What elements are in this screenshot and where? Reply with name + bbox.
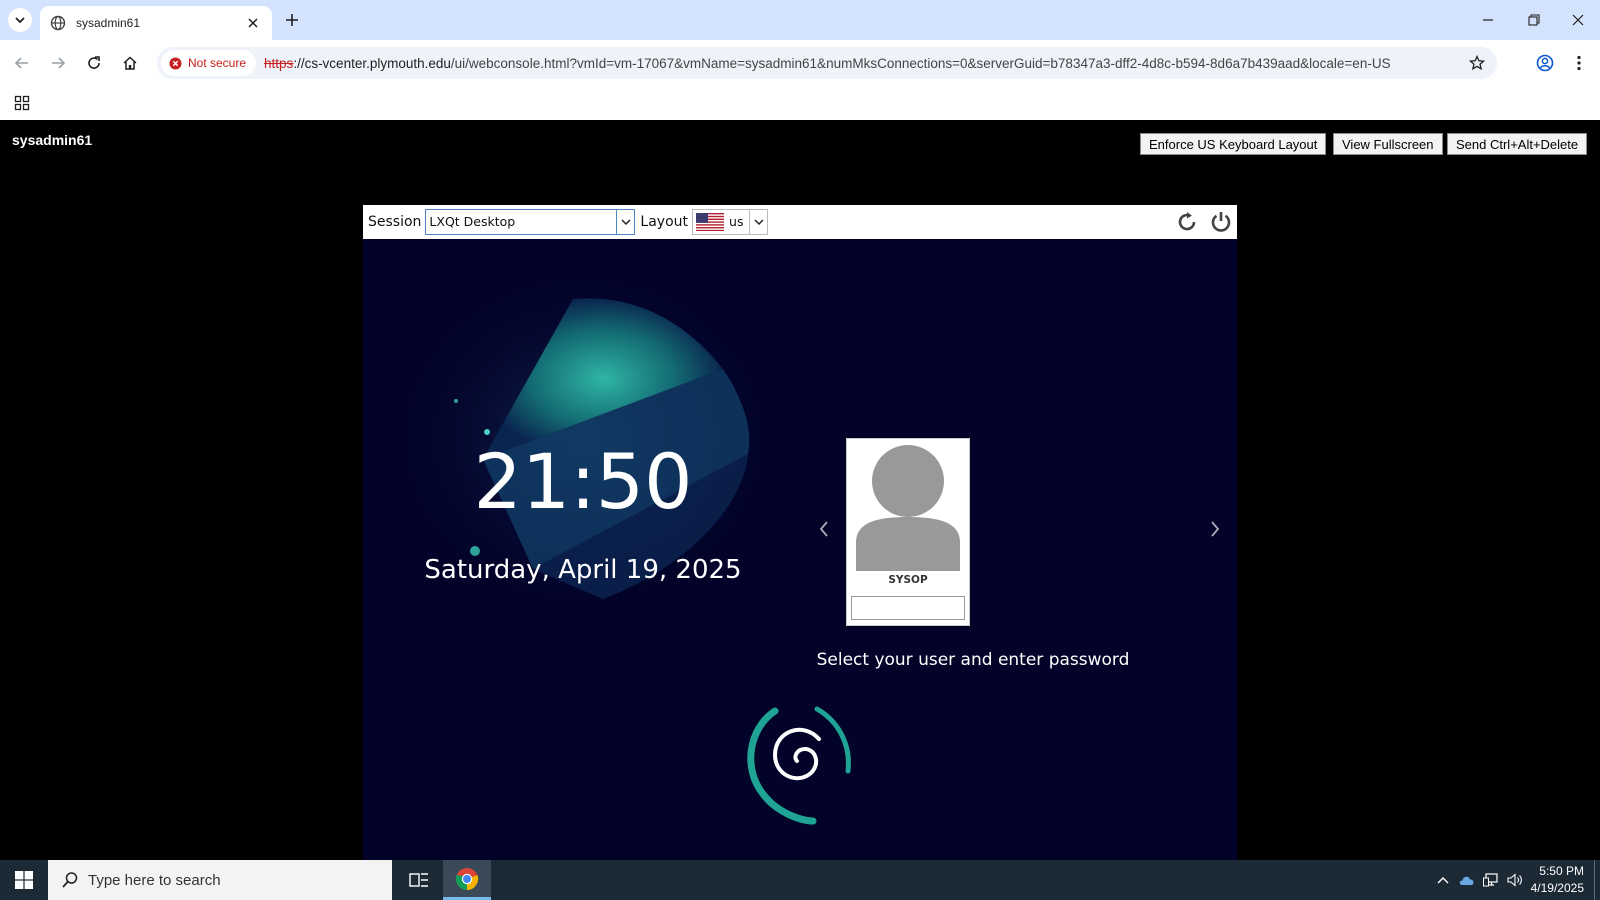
show-desktop-button[interactable] xyxy=(1594,860,1600,900)
taskbar-clock[interactable]: 5:50 PM 4/19/2025 xyxy=(1531,863,1584,897)
power-icon[interactable] xyxy=(1207,208,1235,236)
greeter-date: Saturday, April 19, 2025 xyxy=(424,555,742,585)
user-name: SYSOP xyxy=(888,574,928,586)
reload-button[interactable] xyxy=(80,49,108,77)
password-input[interactable] xyxy=(851,596,965,620)
home-icon xyxy=(123,56,137,70)
back-button[interactable] xyxy=(8,49,36,77)
windows-logo-icon xyxy=(15,871,33,889)
windows-taskbar: 5:50 PM 4/19/2025 xyxy=(0,860,1600,900)
vm-name-label: sysadmin61 xyxy=(12,132,93,148)
security-label: Not secure xyxy=(188,56,247,70)
search-icon xyxy=(60,870,80,890)
volume-icon[interactable] xyxy=(1503,868,1527,892)
profile-icon xyxy=(1536,54,1554,72)
layout-dropdown[interactable]: us xyxy=(692,209,769,235)
session-label: Session xyxy=(368,214,422,230)
tab-title: sysadmin61 xyxy=(76,16,141,30)
minimize-icon xyxy=(1483,19,1493,21)
reload-icon xyxy=(88,56,100,69)
restore-button[interactable] xyxy=(1514,6,1554,34)
menu-button[interactable] xyxy=(1565,49,1593,77)
web-console: sysadmin61 Enforce US Keyboard Layout Vi… xyxy=(0,120,1600,860)
network-icon[interactable] xyxy=(1479,868,1503,892)
debian-swirl-icon xyxy=(747,706,851,825)
bookmark-star-button[interactable] xyxy=(1463,49,1491,77)
apps-grid-icon[interactable] xyxy=(10,91,34,115)
tab-close-icon[interactable] xyxy=(244,14,262,32)
warning-icon xyxy=(169,57,182,69)
taskbar-search[interactable] xyxy=(48,860,392,900)
home-button[interactable] xyxy=(116,49,144,77)
user-avatar-icon xyxy=(856,445,960,571)
forward-arrow-icon xyxy=(52,57,66,69)
login-prompt: Select your user and enter password xyxy=(816,650,1130,670)
browser-tab[interactable]: sysadmin61 xyxy=(40,6,272,40)
onedrive-cloud-icon[interactable] xyxy=(1455,868,1479,892)
new-tab-button[interactable] xyxy=(280,8,304,32)
view-fullscreen-button[interactable]: View Fullscreen xyxy=(1333,133,1443,155)
chevron-down-icon[interactable] xyxy=(616,210,634,234)
close-icon xyxy=(1572,14,1584,26)
globe-icon xyxy=(50,15,66,31)
url-scheme: https xyxy=(264,55,294,71)
us-flag-icon xyxy=(696,213,725,231)
bookmarks-bar xyxy=(0,86,1600,120)
reboot-icon[interactable] xyxy=(1173,208,1201,236)
task-view-icon xyxy=(409,873,428,887)
profile-button[interactable] xyxy=(1531,49,1559,77)
task-view-button[interactable] xyxy=(396,860,442,900)
minimize-button[interactable] xyxy=(1468,6,1508,34)
star-icon xyxy=(1469,55,1485,71)
chrome-icon xyxy=(455,867,479,890)
clock-date: 4/19/2025 xyxy=(1530,881,1584,895)
search-input[interactable] xyxy=(88,871,368,889)
clock-time: 5:50 PM xyxy=(1539,864,1584,878)
system-tray: 5:50 PM 4/19/2025 xyxy=(1431,860,1600,900)
enforce-keyboard-button[interactable]: Enforce US Keyboard Layout xyxy=(1140,133,1327,155)
chevron-down-icon[interactable] xyxy=(749,210,767,234)
layout-value: us xyxy=(729,214,744,229)
session-value: LXQt Desktop xyxy=(429,214,516,229)
chevron-left-icon[interactable] xyxy=(814,517,834,541)
layout-label: Layout xyxy=(640,214,689,230)
plus-icon xyxy=(286,14,298,26)
send-ctrl-alt-delete-button[interactable]: Send Ctrl+Alt+Delete xyxy=(1447,133,1588,155)
greeter-toolbar: Session LXQt Desktop Layout us xyxy=(363,205,1237,239)
forward-button[interactable] xyxy=(44,49,72,77)
chevron-right-icon[interactable] xyxy=(1205,517,1225,541)
security-indicator[interactable]: Not secure xyxy=(161,50,257,76)
restore-icon xyxy=(1528,14,1540,26)
address-bar[interactable]: Not secure https://cs-vcenter.plymouth.e… xyxy=(157,47,1497,79)
chrome-taskbar-button[interactable] xyxy=(443,860,491,900)
greeter-time: 21:50 xyxy=(473,437,693,526)
back-arrow-icon xyxy=(14,57,28,69)
close-window-button[interactable] xyxy=(1558,6,1598,34)
url-text[interactable]: https://cs-vcenter.plymouth.edu/ui/webco… xyxy=(264,56,1463,71)
tab-strip: sysadmin61 xyxy=(0,0,1600,40)
tab-search-chevron-icon[interactable] xyxy=(8,8,32,32)
url-host: ://cs-vcenter.plymouth.edu xyxy=(293,55,451,71)
user-card[interactable]: SYSOP xyxy=(846,438,970,626)
url-path: /ui/webconsole.html?vmId=vm-17067&vmName… xyxy=(450,55,1391,71)
chevron-up-icon[interactable] xyxy=(1431,868,1455,892)
kebab-menu-icon xyxy=(1577,55,1581,71)
session-dropdown[interactable]: LXQt Desktop xyxy=(425,209,636,235)
browser-toolbar: Not secure https://cs-vcenter.plymouth.e… xyxy=(0,40,1600,86)
start-button[interactable] xyxy=(0,860,48,900)
vm-screen[interactable]: Session LXQt Desktop Layout us 21:50 Sat… xyxy=(363,205,1237,860)
